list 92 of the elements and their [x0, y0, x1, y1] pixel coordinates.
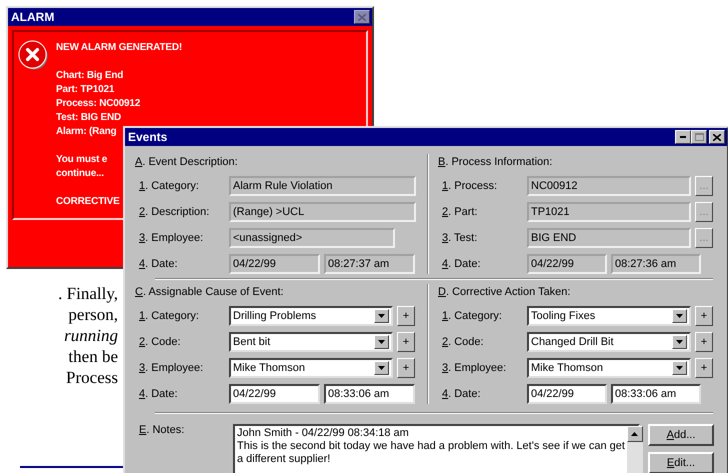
minimize-button[interactable]: [675, 130, 691, 144]
add-button[interactable]: +: [397, 358, 415, 378]
section-heading: A. Event Description:: [135, 155, 239, 170]
section-heading: C. Assignable Cause of Event:: [135, 285, 285, 300]
document-text: Process: [66, 367, 118, 388]
document-text: then be: [68, 346, 118, 367]
scroll-bar[interactable]: [626, 426, 643, 473]
dropdown-button[interactable]: [672, 361, 687, 375]
close-icon: [358, 14, 366, 20]
dropdown-button[interactable]: [374, 309, 389, 323]
caret-icon: [676, 366, 683, 370]
field-label: 4. Date:: [441, 388, 482, 400]
document-text: running: [64, 325, 118, 346]
maximize-button[interactable]: [691, 130, 707, 144]
alarm-detail: Chart: Big End: [56, 69, 124, 83]
dropdown-button[interactable]: [374, 361, 389, 375]
document-text: person,: [68, 304, 118, 325]
add-button[interactable]: +: [397, 332, 415, 352]
dropdown-field[interactable]: Tooling Fixes: [527, 306, 691, 326]
field-label: 3. Test:: [441, 232, 478, 244]
window-title: ALARM: [11, 10, 54, 24]
minimize-icon: [680, 136, 686, 138]
scroll-up-icon: [631, 432, 638, 436]
note-button[interactable]: Add...: [648, 424, 714, 446]
document-text: . Finally,: [58, 283, 118, 304]
add-button[interactable]: +: [397, 306, 415, 326]
text-field[interactable]: NC00912: [527, 176, 691, 196]
field-label: 1. Process:: [441, 180, 498, 192]
field-label: 1. Category:: [138, 310, 200, 322]
dropdown-field[interactable]: Changed Drill Bit: [527, 332, 691, 352]
date-field[interactable]: 04/22/99: [527, 254, 607, 274]
maximize-icon: [694, 133, 704, 141]
close-button[interactable]: [354, 10, 370, 24]
alarm-detail: Test: BIG END: [56, 111, 121, 125]
time-field[interactable]: 08:33:06 am: [611, 384, 701, 404]
note-text: a different supplier!: [237, 453, 332, 466]
text-field[interactable]: TP1021: [527, 202, 691, 222]
alarm-message: You must e: [56, 153, 108, 167]
date-field[interactable]: 04/22/99: [229, 254, 320, 274]
caret-icon: [676, 340, 683, 344]
field-label: 2. Code:: [138, 336, 182, 348]
dropdown-button[interactable]: [672, 309, 687, 323]
field-label: 1. Category:: [441, 310, 503, 322]
caret-icon: [378, 340, 385, 344]
dropdown-field[interactable]: Drilling Problems: [229, 306, 393, 326]
alarm-detail: Process: NC00912: [56, 97, 140, 111]
text-field[interactable]: Alarm Rule Violation: [229, 176, 416, 196]
text-field[interactable]: <unassigned>: [229, 228, 395, 248]
add-button[interactable]: +: [695, 358, 713, 378]
notes-field[interactable]: John Smith - 04/22/99 08:34:18 am This is the second bit today we have had a problem with. Let's see if we can get a different supplier!: [233, 424, 640, 473]
section-heading: B. Process Information:: [438, 155, 554, 170]
alarm-footer: CORRECTIVE: [56, 195, 120, 209]
time-field[interactable]: 08:33:06 am: [324, 384, 415, 404]
section-heading: D. Corrective Action Taken:: [438, 285, 572, 300]
dropdown-button[interactable]: [672, 335, 687, 349]
field-label: 1. Category:: [138, 180, 200, 192]
error-icon: [18, 40, 49, 71]
field-label: 3. Employee:: [441, 362, 508, 374]
caret-icon: [378, 314, 385, 318]
time-field[interactable]: 08:27:36 am: [611, 254, 701, 274]
dropdown-field[interactable]: Mike Thomson: [527, 358, 691, 378]
field-label: 2. Description:: [138, 206, 210, 218]
window-title: Events: [128, 130, 168, 144]
note-text: John Smith - 04/22/99 08:34:18 am: [237, 427, 410, 440]
date-field[interactable]: 04/22/99: [527, 384, 607, 404]
field-label: 4. Date:: [138, 388, 179, 400]
dropdown-field[interactable]: Mike Thomson: [229, 358, 393, 378]
note-button[interactable]: Edit...: [648, 452, 714, 473]
date-field[interactable]: 04/22/99: [229, 384, 320, 404]
alarm-heading: NEW ALARM GENERATED!: [56, 41, 182, 55]
field-label: E. Notes:: [138, 424, 186, 436]
caret-icon: [378, 366, 385, 370]
text-field[interactable]: (Range) >UCL: [229, 202, 416, 222]
field-label: 3. Employee:: [138, 232, 204, 244]
field-label: 4. Date:: [138, 258, 179, 270]
close-button[interactable]: [709, 130, 725, 144]
alarm-detail: Alarm: (Rang: [56, 125, 116, 139]
alarm-message: continue...: [56, 167, 104, 181]
field-label: 3. Employee:: [138, 362, 204, 374]
alarm-detail: Part: TP1021: [56, 83, 114, 97]
text-field[interactable]: BIG END: [527, 228, 691, 248]
field-label: 2. Code:: [441, 336, 485, 348]
note-text: This is the second bit today we have had a problem with. Let's see if we can get: [237, 440, 625, 453]
close-icon: [713, 134, 721, 140]
add-button[interactable]: +: [695, 306, 713, 326]
time-field[interactable]: 08:27:37 am: [324, 254, 415, 274]
field-label: 4. Date:: [441, 258, 482, 270]
field-label: 2. Part:: [441, 206, 478, 218]
add-button[interactable]: +: [695, 332, 713, 352]
caret-icon: [676, 314, 683, 318]
dropdown-button[interactable]: [374, 335, 389, 349]
dropdown-field[interactable]: Bent bit: [229, 332, 393, 352]
